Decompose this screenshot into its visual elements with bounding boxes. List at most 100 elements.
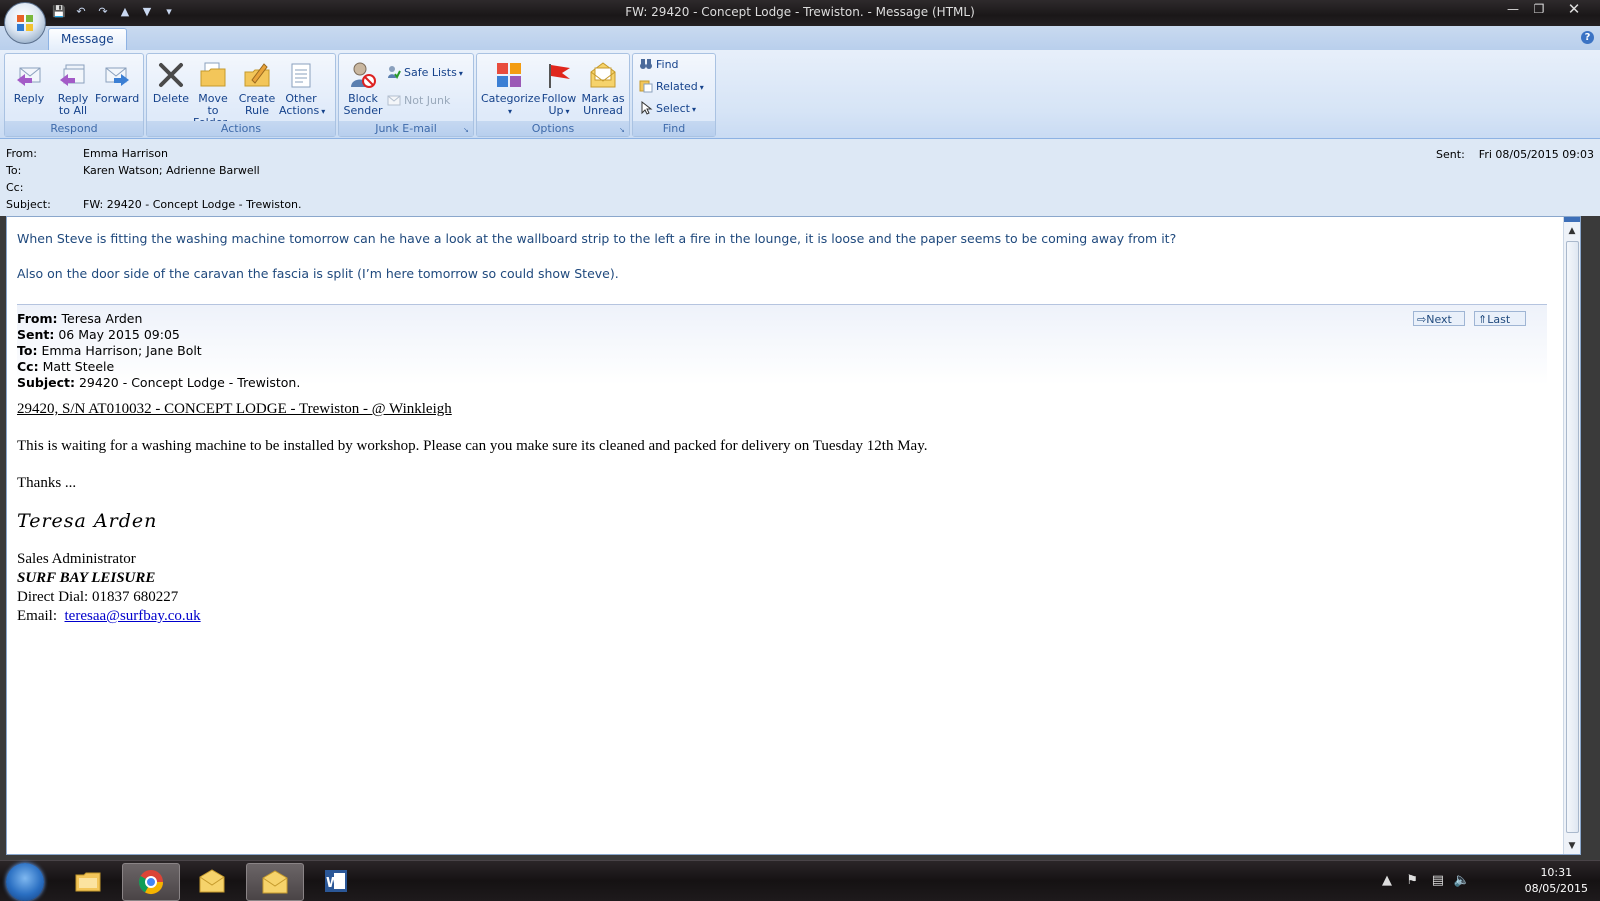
from-label: From: bbox=[6, 147, 37, 160]
taskbar: W ▲ ⚑ ▤ 🔈 10:31 08/05/2015 bbox=[0, 860, 1600, 901]
split-handle[interactable] bbox=[1564, 217, 1580, 222]
window-controls: — ❐ ✕ bbox=[1500, 0, 1596, 20]
signature-email-row: Email: teresaa@surfbay.co.uk bbox=[17, 608, 201, 625]
options-dialog-launcher[interactable]: ↘ bbox=[619, 126, 627, 134]
related-button[interactable]: Related ▾ bbox=[639, 78, 704, 96]
next-message-button[interactable]: ⇨Next bbox=[1413, 311, 1465, 326]
close-button[interactable]: ✕ bbox=[1552, 0, 1596, 20]
ribbon: Reply Reply to All Forward Respond Delet… bbox=[0, 50, 1600, 139]
signature-title: Sales Administrator bbox=[17, 551, 136, 567]
last-message-button[interactable]: ⇑Last bbox=[1474, 311, 1526, 326]
move-to-folder-button[interactable]: Move to Folder▾ bbox=[191, 58, 235, 129]
orig-from-row: From: Teresa Arden bbox=[17, 311, 143, 326]
body-paragraph: This is waiting for a washing machine to… bbox=[17, 438, 928, 454]
sent-label: Sent: bbox=[1436, 148, 1465, 161]
outlook-icon bbox=[199, 869, 225, 893]
delete-button[interactable]: Delete bbox=[149, 58, 193, 120]
office-logo-icon bbox=[17, 15, 33, 31]
message-body[interactable]: When Steve is fitting the washing machin… bbox=[6, 216, 1581, 855]
orig-subject: 29420 - Concept Lodge - Trewiston. bbox=[78, 375, 301, 390]
create-rule-button[interactable]: Create Rule bbox=[235, 58, 279, 120]
sent-row: Sent: Fri 08/05/2015 09:03 bbox=[1436, 147, 1594, 163]
signature-phone: Direct Dial: 01837 680227 bbox=[17, 589, 179, 605]
cursor-icon bbox=[641, 101, 653, 115]
related-icon bbox=[639, 80, 653, 93]
taskbar-word[interactable]: W bbox=[308, 863, 364, 899]
group-label-actions: Actions bbox=[147, 121, 335, 136]
network-icon[interactable]: ▤ bbox=[1432, 873, 1444, 888]
mark-unread-icon bbox=[590, 62, 616, 88]
group-actions: Delete Move to Folder▾ Create Rule Other… bbox=[146, 53, 336, 137]
taskbar-outlook-message[interactable] bbox=[246, 863, 304, 901]
orig-to: Emma Harrison; Jane Bolt bbox=[41, 343, 202, 358]
folder-icon bbox=[200, 62, 226, 87]
select-button[interactable]: Select ▾ bbox=[639, 100, 696, 118]
forward-button[interactable]: Forward bbox=[95, 58, 139, 120]
follow-up-button[interactable]: Follow Up ▾ bbox=[537, 58, 581, 120]
other-actions-icon bbox=[291, 63, 311, 88]
from-value[interactable]: Emma Harrison bbox=[83, 147, 168, 160]
group-label-options: Options bbox=[477, 121, 629, 136]
safe-lists-icon bbox=[388, 66, 401, 79]
mark-as-unread-button[interactable]: Mark as Unread bbox=[581, 58, 625, 120]
sent-value: Fri 08/05/2015 09:03 bbox=[1478, 148, 1594, 161]
body-line-1: When Steve is fitting the washing machin… bbox=[17, 231, 1177, 246]
outlook-message-icon bbox=[262, 870, 288, 894]
flag-icon bbox=[549, 64, 570, 88]
scroll-down-arrow-icon[interactable]: ▼ bbox=[1564, 838, 1580, 854]
orig-sent: 06 May 2015 09:05 bbox=[58, 327, 180, 342]
scroll-up-arrow-icon[interactable]: ▲ bbox=[1564, 223, 1580, 239]
signature-company: SURF BAY LEISURE bbox=[17, 570, 156, 586]
orig-cc: Matt Steele bbox=[42, 359, 115, 374]
taskbar-file-explorer[interactable] bbox=[60, 863, 116, 899]
to-value[interactable]: Karen Watson; Adrienne Barwell bbox=[83, 164, 260, 177]
categorize-button[interactable]: Categorize ▾ bbox=[481, 58, 540, 120]
ribbon-tabs: Message ? bbox=[0, 26, 1600, 51]
block-sender-button[interactable]: Block Sender bbox=[341, 58, 385, 120]
group-label-find: Find bbox=[633, 121, 715, 136]
to-row: To: Karen Watson; Adrienne Barwell bbox=[6, 163, 260, 179]
file-explorer-icon bbox=[75, 872, 101, 892]
orig-subject-row: Subject: 29420 - Concept Lodge - Trewist… bbox=[17, 375, 301, 390]
word-icon: W bbox=[325, 870, 347, 892]
reply-icon bbox=[17, 67, 41, 86]
safe-lists-button[interactable]: Safe Lists ▾ bbox=[387, 64, 463, 82]
reply-all-icon bbox=[60, 64, 85, 86]
chrome-icon bbox=[138, 870, 163, 895]
svg-text:W: W bbox=[326, 876, 340, 891]
find-button[interactable]: Find bbox=[639, 56, 679, 74]
delete-icon bbox=[159, 63, 183, 87]
cc-row: Cc: bbox=[6, 180, 83, 196]
other-actions-button[interactable]: Other Actions ▾ bbox=[279, 58, 325, 120]
email-link[interactable]: teresaa@surfbay.co.uk bbox=[65, 608, 201, 624]
taskbar-chrome[interactable] bbox=[122, 863, 180, 901]
scroll-thumb[interactable] bbox=[1566, 241, 1579, 833]
signature: Teresa Arden bbox=[17, 510, 158, 532]
orig-from: Teresa Arden bbox=[61, 311, 143, 326]
not-junk-icon bbox=[387, 95, 401, 106]
orig-to-row: To: Emma Harrison; Jane Bolt bbox=[17, 343, 202, 358]
vertical-scrollbar[interactable]: ▲ ▼ bbox=[1563, 217, 1580, 854]
volume-icon[interactable]: 🔈 bbox=[1454, 873, 1470, 888]
to-label: To: bbox=[6, 164, 22, 177]
start-button[interactable] bbox=[6, 863, 44, 901]
reply-all-button[interactable]: Reply to All bbox=[51, 58, 95, 120]
office-button[interactable] bbox=[4, 2, 46, 44]
clock[interactable]: 10:31 08/05/2015 bbox=[1525, 865, 1588, 897]
thanks-text: Thanks ... bbox=[17, 475, 77, 491]
taskbar-outlook[interactable] bbox=[184, 863, 240, 899]
rule-icon bbox=[244, 63, 270, 87]
show-hidden-icons-icon[interactable]: ▲ bbox=[1382, 873, 1392, 888]
maximize-button[interactable]: ❐ bbox=[1526, 0, 1552, 20]
help-icon[interactable]: ? bbox=[1581, 31, 1594, 44]
next-arrow-icon: ⇨ bbox=[1417, 313, 1427, 326]
from-row: From: Emma Harrison bbox=[6, 146, 168, 162]
reply-button[interactable]: Reply bbox=[7, 58, 51, 120]
minimize-button[interactable]: — bbox=[1500, 0, 1526, 20]
not-junk-button[interactable]: Not Junk bbox=[387, 92, 450, 110]
junk-email-dialog-launcher[interactable]: ↘ bbox=[463, 126, 471, 134]
forward-icon bbox=[105, 67, 129, 86]
action-center-flag-icon[interactable]: ⚑ bbox=[1406, 873, 1418, 888]
tab-message[interactable]: Message bbox=[48, 28, 127, 51]
title-bar: 💾 ↶ ↷ ▲ ▼ ▾ FW: 29420 - Concept Lodge - … bbox=[0, 0, 1600, 26]
